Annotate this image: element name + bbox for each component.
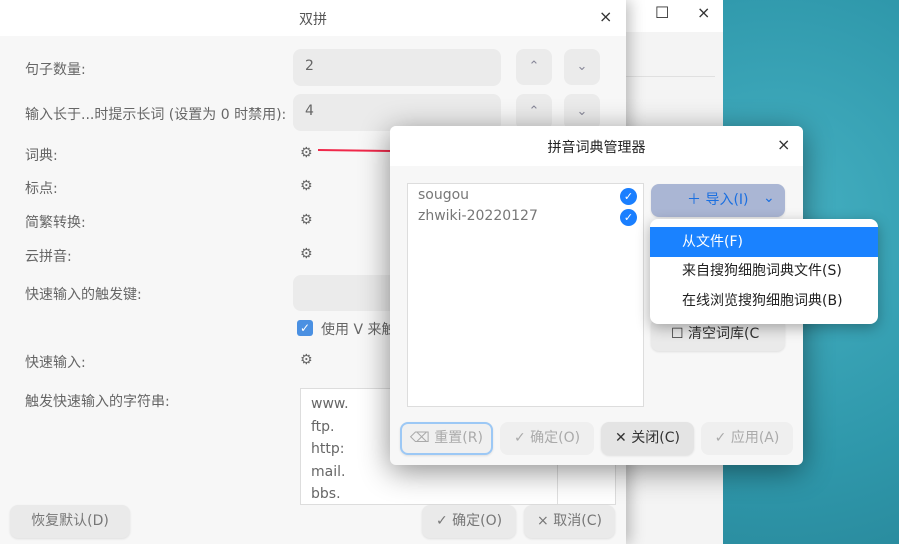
dictionary-list[interactable]: sougou ✓ zhwiki-20220127 ✓ (407, 183, 644, 407)
close-button[interactable]: × (777, 135, 790, 154)
menu-item-browse-sogou[interactable]: 在线浏览搜狗细胞词典(B) (650, 286, 878, 316)
chevron-down-icon[interactable]: ⌄ (763, 182, 775, 215)
menu-item-sogou-file[interactable]: 来自搜狗细胞词典文件(S) (650, 256, 878, 286)
apply-button[interactable]: ✓ 应用(A) (701, 422, 793, 455)
list-item[interactable]: sougou (418, 187, 469, 203)
reset-button[interactable]: ⌫ 重置(R) (400, 422, 493, 455)
list-item[interactable]: zhwiki-20220127 (418, 208, 538, 224)
ok-button[interactable]: ✓ 确定(O) (500, 422, 594, 455)
check-icon[interactable]: ✓ (620, 209, 637, 226)
import-menu: 从文件(F) 来自搜狗细胞词典文件(S) 在线浏览搜狗细胞词典(B) (650, 219, 878, 324)
import-label: ＋ 导入(I) (687, 192, 749, 208)
close-button[interactable]: ✕ 关闭(C) (601, 422, 694, 455)
title-bar: 拼音词典管理器 × (390, 126, 803, 166)
check-icon[interactable]: ✓ (620, 188, 637, 205)
dialog-title: 拼音词典管理器 (547, 140, 646, 156)
menu-item-from-file[interactable]: 从文件(F) (650, 227, 878, 257)
import-button[interactable]: ＋ 导入(I) ⌄ (651, 184, 785, 217)
